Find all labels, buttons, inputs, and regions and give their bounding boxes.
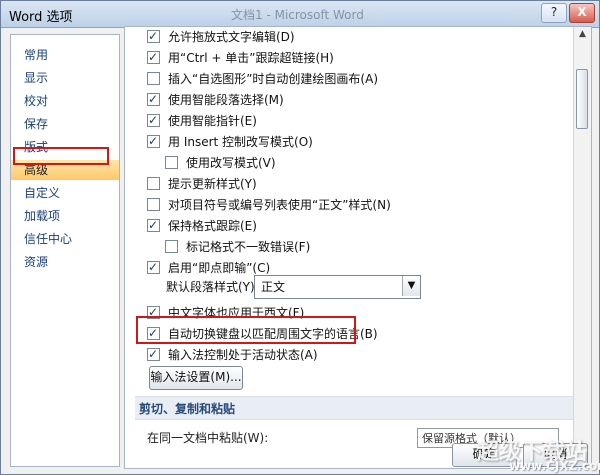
word-options-window: Word 选项 文档1 - Microsoft Word ? X 常用 显示 校… bbox=[0, 0, 600, 475]
scroll-up-icon[interactable]: ▲ bbox=[575, 27, 590, 41]
scroll-thumb[interactable] bbox=[576, 69, 588, 129]
checkbox[interactable] bbox=[165, 240, 178, 253]
option-label: 保持格式跟踪(E) bbox=[168, 219, 257, 233]
option-row[interactable]: 用 Insert 控制改写模式(O) bbox=[147, 132, 313, 151]
option-row[interactable]: 用“Ctrl + 单击”跟踪超链接(H) bbox=[147, 48, 334, 67]
nav-item-resources[interactable]: 资源 bbox=[11, 252, 119, 272]
checkbox[interactable] bbox=[147, 345, 160, 363]
watermark-url: www.CJXZ.com bbox=[509, 459, 600, 473]
option-label: 输入法控制处于活动状态(A) bbox=[168, 348, 318, 362]
default-paragraph-style-value: 正文 bbox=[261, 280, 286, 294]
vertical-scrollbar[interactable]: ▲ ▼ bbox=[573, 27, 591, 468]
option-row[interactable]: 输入法控制处于活动状态(A) bbox=[147, 345, 318, 364]
checkbox[interactable] bbox=[147, 48, 160, 66]
option-label: 使用改写模式(V) bbox=[186, 156, 276, 170]
advanced-options-panel: 允许拖放式文字编辑(D) 用“Ctrl + 单击”跟踪超链接(H) 插入“自选图… bbox=[124, 26, 592, 469]
option-row[interactable]: 提示更新样式(Y) bbox=[147, 175, 257, 193]
option-row[interactable]: 对项目符号或编号列表使用“正文”样式(N) bbox=[147, 196, 391, 214]
default-paragraph-style-select[interactable]: 正文 ▼ bbox=[254, 275, 421, 299]
title-bar: Word 选项 文档1 - Microsoft Word ? X bbox=[1, 1, 599, 28]
option-label: 启用“即点即输”(C) bbox=[168, 261, 271, 275]
option-row[interactable]: 允许拖放式文字编辑(D) bbox=[147, 27, 295, 46]
checkbox[interactable] bbox=[147, 90, 160, 108]
option-label: 自动切换键盘以匹配周围文字的语言(B) bbox=[168, 327, 378, 341]
checkbox[interactable] bbox=[147, 111, 160, 129]
option-label: 使用智能段落选择(M) bbox=[168, 93, 284, 107]
nav-item-changyong[interactable]: 常用 bbox=[11, 45, 119, 65]
nav-item-addins[interactable]: 加载项 bbox=[11, 206, 119, 226]
option-label: 使用智能指针(E) bbox=[168, 114, 257, 128]
paste-within-document-label: 在同一文档中粘贴(W): bbox=[147, 431, 269, 445]
option-row[interactable]: 使用改写模式(V) bbox=[165, 154, 276, 172]
option-row[interactable]: 启用“即点即输”(C) bbox=[147, 258, 271, 277]
option-label: 提示更新样式(Y) bbox=[168, 177, 257, 191]
option-label: 插入“自选图形”时自动创建绘图画布(A) bbox=[168, 72, 379, 86]
nav-item-trust-center[interactable]: 信任中心 bbox=[11, 229, 119, 249]
options-navigation-pane: 常用 显示 校对 保存 版式 高级 自定义 加载项 信任中心 资源 bbox=[10, 34, 120, 467]
checkbox[interactable] bbox=[147, 258, 160, 276]
help-button[interactable]: ? bbox=[541, 3, 567, 23]
nav-item-customize[interactable]: 自定义 bbox=[11, 183, 119, 203]
close-button[interactable]: X bbox=[569, 3, 595, 23]
checkbox[interactable] bbox=[165, 156, 178, 169]
checkbox[interactable] bbox=[147, 72, 160, 85]
checkbox[interactable] bbox=[147, 303, 160, 321]
nav-item-save[interactable]: 保存 bbox=[11, 114, 119, 134]
option-row[interactable]: 插入“自选图形”时自动创建绘图画布(A) bbox=[147, 70, 378, 88]
option-row[interactable]: 中文字体也应用于西文(F) bbox=[147, 303, 305, 322]
checkbox[interactable] bbox=[147, 198, 160, 211]
option-label: 用 Insert 控制改写模式(O) bbox=[168, 135, 313, 149]
option-label: 用“Ctrl + 单击”跟踪超链接(H) bbox=[168, 51, 334, 65]
nav-item-layout[interactable]: 版式 bbox=[11, 137, 119, 157]
option-row[interactable]: 使用智能段落选择(M) bbox=[147, 90, 284, 109]
option-label: 中文字体也应用于西文(F) bbox=[168, 306, 305, 320]
nav-item-display[interactable]: 显示 bbox=[11, 68, 119, 88]
default-paragraph-style-label: 默认段落样式(Y): bbox=[166, 280, 259, 294]
ime-settings-button[interactable]: 输入法设置(M)... bbox=[149, 366, 243, 390]
checkbox[interactable] bbox=[147, 216, 160, 234]
option-label: 允许拖放式文字编辑(D) bbox=[168, 30, 295, 44]
checkbox[interactable] bbox=[147, 177, 160, 190]
section-header-cut-copy-paste: 剪切、复制和粘贴 bbox=[135, 396, 573, 420]
option-row[interactable]: 保持格式跟踪(E) bbox=[147, 216, 257, 235]
checkbox[interactable] bbox=[147, 27, 160, 45]
checkbox[interactable] bbox=[147, 324, 160, 342]
nav-item-advanced[interactable]: 高级 bbox=[11, 160, 119, 180]
checkbox[interactable] bbox=[147, 132, 160, 150]
nav-item-proofing[interactable]: 校对 bbox=[11, 91, 119, 111]
window-title: Word 选项 bbox=[9, 10, 73, 25]
chevron-down-icon[interactable]: ▼ bbox=[402, 276, 420, 296]
option-row[interactable]: 自动切换键盘以匹配周围文字的语言(B) bbox=[147, 324, 378, 343]
option-row[interactable]: 使用智能指针(E) bbox=[147, 111, 257, 130]
option-label: 标记格式不一致错误(F) bbox=[186, 240, 311, 254]
background-document-title: 文档1 - Microsoft Word bbox=[231, 8, 364, 22]
option-row[interactable]: 标记格式不一致错误(F) bbox=[165, 238, 310, 256]
option-label: 对项目符号或编号列表使用“正文”样式(N) bbox=[168, 198, 391, 212]
